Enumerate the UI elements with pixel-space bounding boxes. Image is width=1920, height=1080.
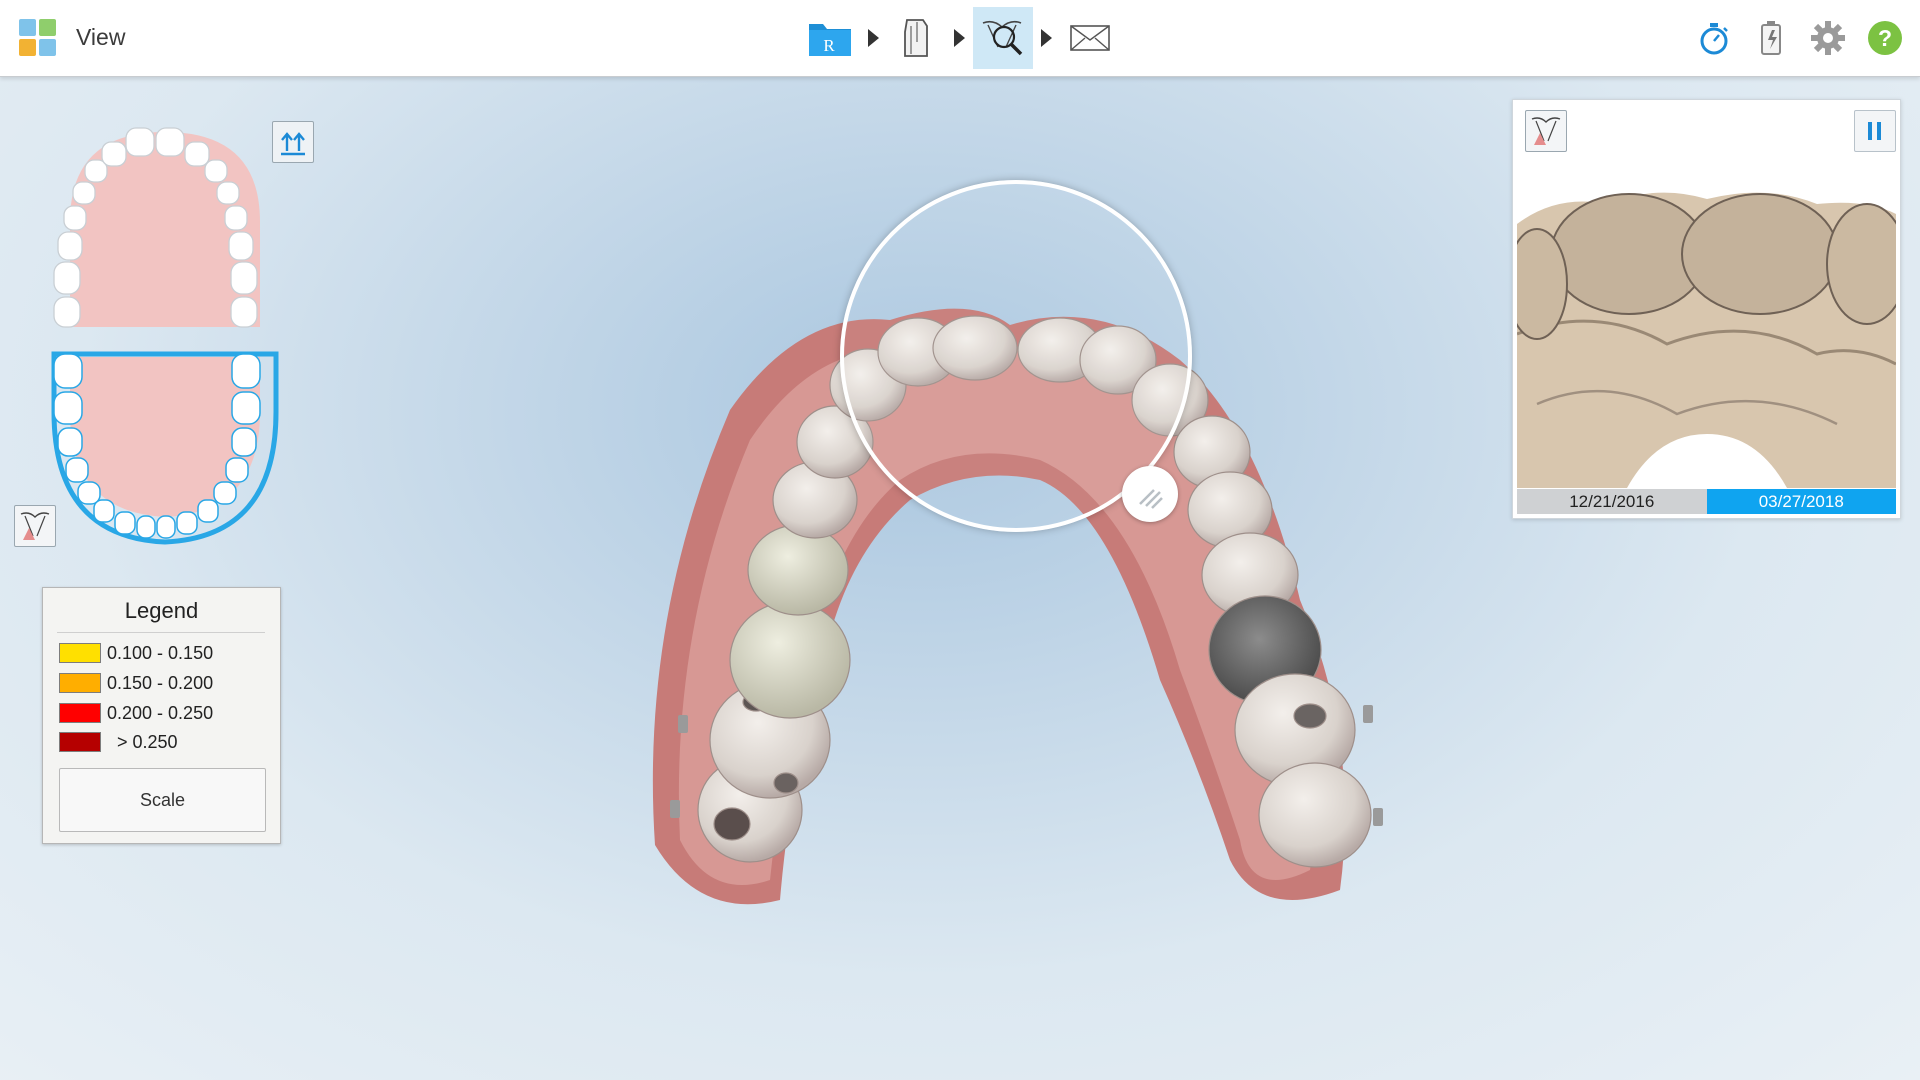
pause-icon [1868,122,1881,140]
legend-title: Legend [124,598,199,623]
legend-swatch [59,732,101,752]
legend-item: 0.200 - 0.250 [59,702,213,724]
legend-label: 0.150 - 0.200 [107,672,214,693]
legend-label: > 0.250 [107,731,178,752]
svg-text:?: ? [1878,25,1892,51]
legend-swatch [59,703,101,723]
legend-panel: Legend 0.100 - 0.150 0.150 - 0.200 0.200… [42,587,281,844]
legend-swatch [59,673,101,693]
top-toolbar: View R ? [0,0,1920,77]
upload-arrows-icon [281,132,305,156]
rx-folder-icon[interactable]: R [800,7,860,69]
compare-mode-button[interactable] [1525,110,1567,152]
battery-icon[interactable] [1751,18,1791,58]
time-lapse-panel: 12/21/2016 03/27/2018 [1512,99,1901,519]
legend-divider [57,632,265,633]
legend-item: > 0.250 [59,731,178,753]
scale-button[interactable]: Scale [59,768,266,832]
time-lapse-icon [1531,117,1561,145]
comparison-scan-image [1517,104,1896,488]
lower-jaw[interactable] [51,351,279,545]
time-lapse-icon [20,512,50,540]
magnifier-handle-icon[interactable] [1122,466,1178,522]
step-arrow-icon [954,29,965,47]
legend-item: 0.150 - 0.200 [59,672,213,694]
view-magnifier-icon[interactable] [973,7,1033,69]
legend-label: 0.100 - 0.150 [107,642,214,663]
legend-label: 0.200 - 0.250 [107,702,214,723]
step-arrow-icon [868,29,879,47]
pause-button[interactable] [1854,110,1896,152]
send-envelope-icon[interactable] [1060,7,1120,69]
export-upload-button[interactable] [272,121,314,163]
scanner-wand-icon[interactable] [886,7,946,69]
upper-jaw[interactable] [53,127,260,328]
legend-swatch [59,643,101,663]
svg-text:R: R [823,36,835,55]
legend-item: 0.100 - 0.150 [59,642,213,664]
comparison-viewport[interactable] [1517,104,1896,488]
help-icon[interactable]: ? [1865,18,1905,58]
scan-date-old[interactable]: 12/21/2016 [1517,489,1707,514]
step-arrow-icon [1041,29,1052,47]
stopwatch-icon[interactable] [1694,18,1734,58]
page-title: View [76,24,126,50]
scan-date-selector: 12/21/2016 03/27/2018 [1517,489,1896,514]
scan-date-new[interactable]: 03/27/2018 [1706,489,1896,514]
app-menu-icon[interactable] [19,19,57,57]
jaw-selector[interactable] [40,112,290,552]
time-lapse-compare-button[interactable] [14,505,56,547]
settings-gear-icon[interactable] [1808,18,1848,58]
